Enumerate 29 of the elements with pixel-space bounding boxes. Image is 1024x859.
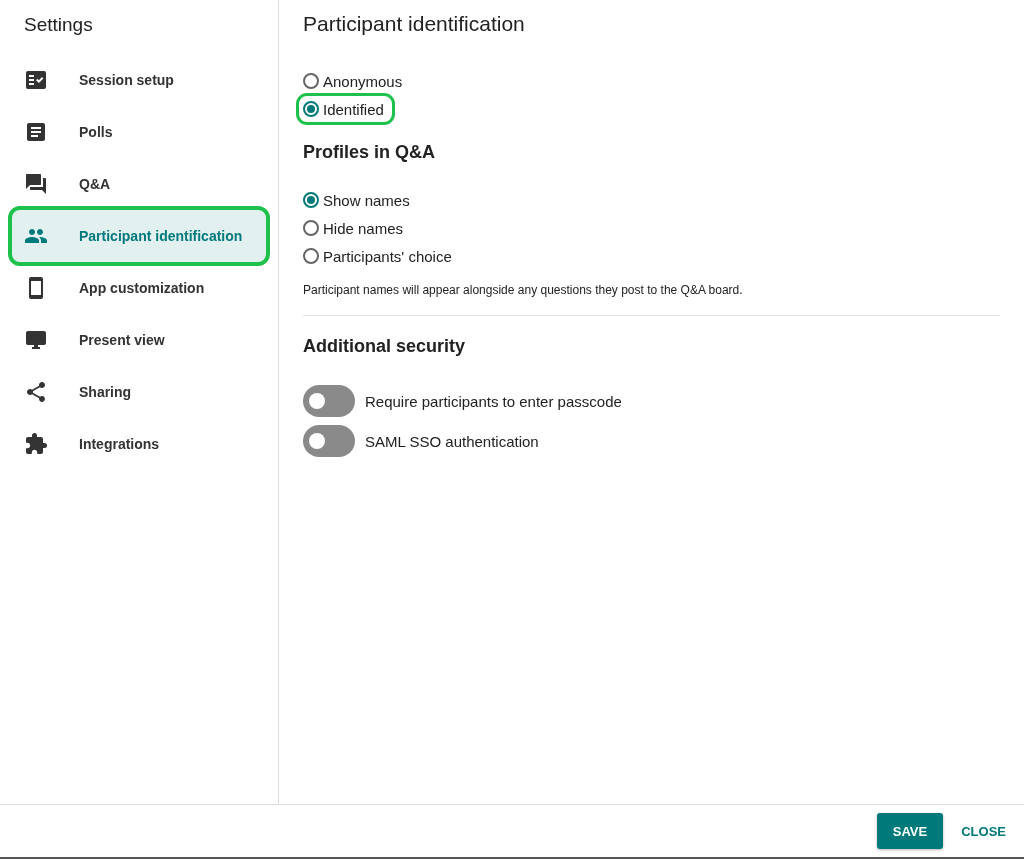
toggle-switch[interactable] xyxy=(303,385,355,417)
page-title: Participant identification xyxy=(303,12,526,36)
radio-option[interactable]: Identified xyxy=(299,96,392,122)
section-title: Profiles in Q&A xyxy=(303,142,437,163)
checklist-icon xyxy=(24,68,48,92)
radio-option[interactable]: Participants' choice xyxy=(299,243,460,269)
document-icon xyxy=(24,120,48,144)
monitor-icon xyxy=(24,328,48,352)
sidebar-item[interactable]: Q&A xyxy=(12,158,266,210)
radio-option[interactable]: Hide names xyxy=(299,215,412,241)
share-icon xyxy=(24,380,48,404)
close-button[interactable]: CLOSE xyxy=(961,813,1006,849)
sidebar-item[interactable]: App customization xyxy=(12,262,266,314)
sidebar-item[interactable]: Present view xyxy=(12,314,266,366)
section-title: Additional security xyxy=(303,336,467,357)
sidebar-title: Settings xyxy=(23,14,94,36)
help-text: Participant names will appear alongside any questions they post to the Q&A board. xyxy=(303,283,1000,316)
toggle-label: Require participants to enter passcode xyxy=(365,392,622,410)
toggle-label: SAML SSO authentication xyxy=(365,432,539,450)
chat-bubbles-icon xyxy=(24,172,48,196)
radio-option[interactable]: Anonymous xyxy=(299,68,411,94)
save-button[interactable]: SAVE xyxy=(876,813,944,849)
toggle-switch[interactable] xyxy=(303,425,355,457)
sidebar-item[interactable]: Sharing xyxy=(12,366,266,418)
radio-option[interactable]: Show names xyxy=(299,187,418,213)
sidebar-item[interactable]: Integrations xyxy=(12,418,266,470)
puzzle-piece-icon xyxy=(24,432,48,456)
sidebar-item[interactable]: Session setup xyxy=(12,54,266,106)
sidebar-item[interactable]: Polls xyxy=(12,106,266,158)
